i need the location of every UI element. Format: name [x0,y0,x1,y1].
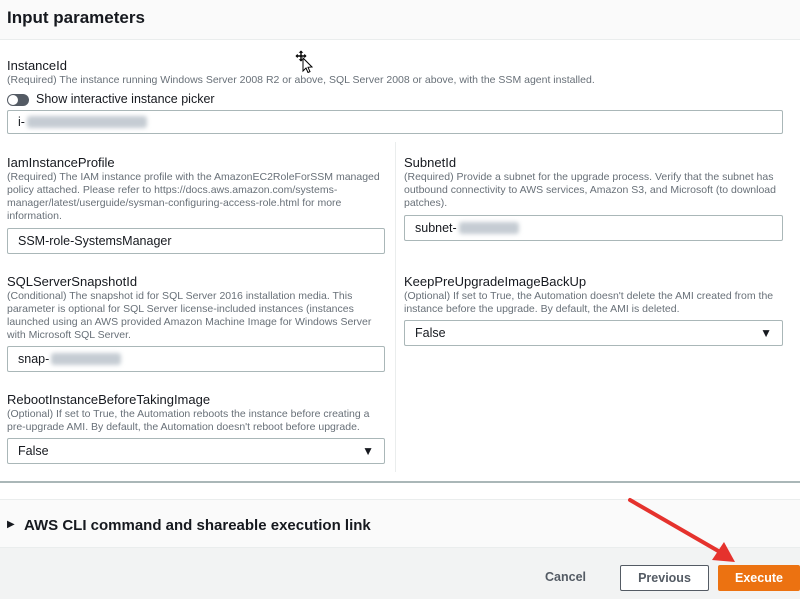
sql-server-snapshot-id-description: (Conditional) The snapshot id for SQL Se… [7,290,372,341]
section-title: Input parameters [7,8,145,27]
subnet-id-description: (Required) Provide a subnet for the upgr… [404,171,776,209]
red-arrow-annotation [628,498,735,562]
caret-down-icon: ▼ [760,326,772,340]
instance-picker-toggle[interactable] [7,94,29,106]
subnet-id-value-prefix: subnet- [415,221,457,235]
reboot-selected-value: False [18,444,49,458]
panel-bottom-border [0,481,800,483]
iam-instance-profile-value: SSM-role-SystemsManager [18,234,172,248]
iam-instance-profile-description: (Required) The IAM instance profile with… [7,171,380,222]
instance-id-label: InstanceId [7,58,67,73]
caret-down-icon: ▼ [362,444,374,458]
keep-pre-upgrade-image-backup-label: KeepPreUpgradeImageBackUp [404,274,587,289]
redacted-snapshot-id [51,353,122,365]
caret-right-icon: ▶ [7,519,15,530]
column-divider [395,142,396,472]
sql-server-snapshot-id-label: SQLServerSnapshotId [7,274,138,289]
input-parameters-header: Input parameters [0,0,800,40]
sql-server-snapshot-id-input[interactable]: snap- [7,346,385,372]
cancel-button[interactable]: Cancel [545,570,586,584]
reboot-instance-before-taking-image-description: (Optional) If set to True, the Automatio… [7,408,370,433]
instance-id-value-prefix: i- [18,115,25,129]
toggle-knob [8,95,18,105]
snapshot-id-value-prefix: snap- [18,352,50,366]
instance-id-input[interactable]: i- [7,110,783,134]
keep-backup-selected-value: False [415,326,446,340]
iam-instance-profile-input[interactable]: SSM-role-SystemsManager [7,228,385,254]
move-cursor-icon [295,49,313,73]
subnet-id-input[interactable]: subnet- [404,215,783,241]
redacted-instance-id [26,116,147,128]
reboot-instance-before-taking-image-select[interactable]: False ▼ [7,438,385,464]
aws-cli-section-title: AWS CLI command and shareable execution … [24,517,371,534]
reboot-instance-before-taking-image-label: RebootInstanceBeforeTakingImage [7,392,211,407]
instance-id-description: (Required) The instance running Windows … [7,74,595,86]
instance-picker-label: Show interactive instance picker [36,92,215,106]
subnet-id-label: SubnetId [404,155,457,170]
keep-pre-upgrade-image-backup-description: (Optional) If set to True, the Automatio… [404,290,774,315]
redacted-subnet-id [458,222,519,234]
iam-instance-profile-label: IamInstanceProfile [7,155,115,170]
keep-pre-upgrade-image-backup-select[interactable]: False ▼ [404,320,783,346]
